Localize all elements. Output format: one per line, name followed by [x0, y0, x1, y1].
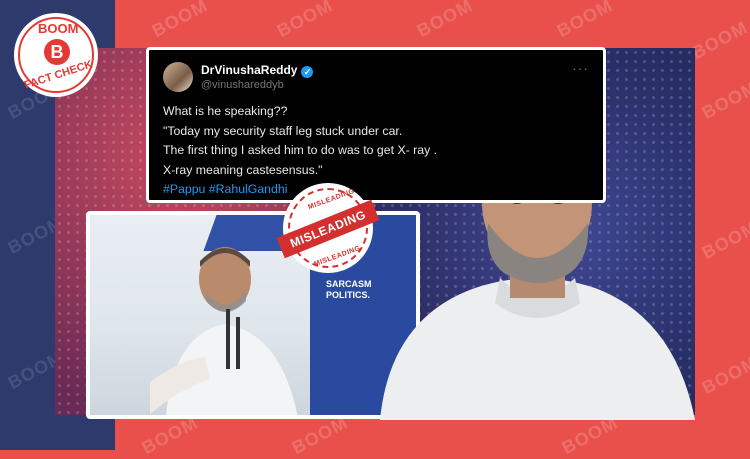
tweet-line: What is he speaking?? — [163, 104, 288, 118]
logo-top-text: BOOM — [38, 21, 79, 36]
logo-b-icon: B — [44, 39, 70, 65]
speaker-figure — [150, 247, 298, 415]
backdrop-board-text: SARCASM POLITICS. — [326, 279, 372, 301]
tweet-line: X-ray meaning castesensus." — [163, 162, 323, 177]
avatar[interactable] — [163, 62, 193, 92]
tweet-handle[interactable]: @vinushareddyb — [201, 79, 284, 91]
misleading-stamp: MISLEADING MISLEADING MISLEADING — [276, 183, 380, 273]
tweet-card: DrVinushaReddy ✓ @vinushareddyb ··· What … — [146, 47, 606, 203]
tweet-body: What is he speaking?? "Today my security… — [163, 102, 589, 200]
verified-badge-icon: ✓ — [301, 66, 314, 78]
boom-fact-check-logo: BOOM B FACT CHECK — [14, 13, 98, 97]
board-line-2: POLITICS. — [326, 290, 371, 300]
bottom-red-band — [115, 415, 750, 450]
more-options-icon[interactable]: ··· — [572, 60, 589, 76]
tweet-line: The first thing I asked him to do was to… — [163, 143, 438, 157]
tweet-display-name: DrVinushaReddy — [201, 63, 298, 77]
tweet-author[interactable]: DrVinushaReddy ✓ — [201, 63, 314, 78]
board-line-1: SARCASM — [326, 279, 372, 289]
tweet-hashtags[interactable]: #Pappu #RahulGandhi — [163, 180, 589, 200]
tweet-line: "Today my security staff leg stuck under… — [163, 123, 403, 138]
